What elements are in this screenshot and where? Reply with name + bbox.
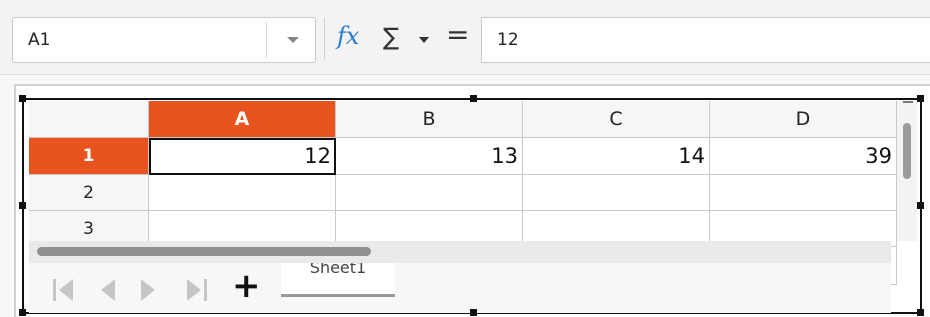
cell-c2[interactable] bbox=[523, 175, 710, 211]
chevron-down-icon[interactable] bbox=[287, 37, 299, 43]
scroll-top-marker bbox=[903, 101, 913, 103]
column-header-b[interactable]: B bbox=[336, 101, 523, 138]
function-wizard-icon[interactable]: fx bbox=[337, 24, 359, 48]
horizontal-scrollbar[interactable] bbox=[29, 241, 891, 263]
next-sheet-icon[interactable] bbox=[141, 279, 155, 301]
column-header-a[interactable]: A bbox=[149, 101, 336, 138]
resize-handle-top-center[interactable] bbox=[470, 95, 477, 102]
first-sheet-icon[interactable] bbox=[59, 279, 73, 301]
vertical-scrollbar[interactable] bbox=[897, 101, 917, 241]
corner-select-all[interactable] bbox=[29, 101, 149, 138]
sum-dropdown-icon[interactable] bbox=[419, 37, 429, 43]
cell-c1[interactable]: 14 bbox=[523, 138, 710, 175]
cell-d1[interactable]: 39 bbox=[710, 138, 897, 175]
add-sheet-icon[interactable]: + bbox=[232, 269, 261, 303]
formula-input-value: 12 bbox=[497, 30, 519, 50]
formula-icon[interactable]: = bbox=[446, 21, 469, 49]
cell-b1[interactable]: 13 bbox=[336, 138, 523, 175]
resize-handle-middle-right[interactable] bbox=[917, 202, 924, 209]
first-sheet-bar bbox=[53, 279, 56, 301]
name-box[interactable]: A1 bbox=[12, 17, 316, 63]
resize-handle-middle-left[interactable] bbox=[19, 202, 26, 209]
resize-handle-bottom-left[interactable] bbox=[19, 309, 26, 316]
cell-b2[interactable] bbox=[336, 175, 523, 211]
resize-handle-top-left[interactable] bbox=[19, 95, 26, 102]
cell-d2[interactable] bbox=[710, 175, 897, 211]
resize-handle-bottom-center[interactable] bbox=[470, 309, 477, 316]
formula-input[interactable]: 12 bbox=[481, 17, 930, 63]
previous-sheet-icon[interactable] bbox=[101, 279, 115, 301]
sheet-tab-bar: + Sheet1 bbox=[29, 263, 891, 313]
column-header-d[interactable]: D bbox=[710, 101, 897, 138]
horizontal-scroll-thumb[interactable] bbox=[37, 247, 371, 256]
resize-handle-bottom-right[interactable] bbox=[917, 309, 924, 316]
vertical-scroll-thumb[interactable] bbox=[903, 123, 911, 179]
toolbar-divider bbox=[324, 18, 325, 60]
row-header-1[interactable]: 1 bbox=[29, 138, 149, 175]
last-sheet-icon[interactable] bbox=[187, 279, 201, 301]
last-sheet-bar bbox=[204, 279, 207, 301]
cell-a2[interactable] bbox=[149, 175, 336, 211]
name-box-value: A1 bbox=[28, 30, 51, 50]
resize-handle-top-right[interactable] bbox=[917, 95, 924, 102]
formula-bar: A1 fx ∑ = 12 bbox=[0, 0, 930, 75]
cell-a1[interactable]: 12 bbox=[149, 138, 336, 175]
row-header-2[interactable]: 2 bbox=[29, 175, 149, 211]
name-box-divider bbox=[266, 22, 267, 58]
sum-icon[interactable]: ∑ bbox=[383, 25, 399, 49]
column-header-c[interactable]: C bbox=[523, 101, 710, 138]
sheet-tab[interactable]: Sheet1 bbox=[281, 263, 395, 297]
